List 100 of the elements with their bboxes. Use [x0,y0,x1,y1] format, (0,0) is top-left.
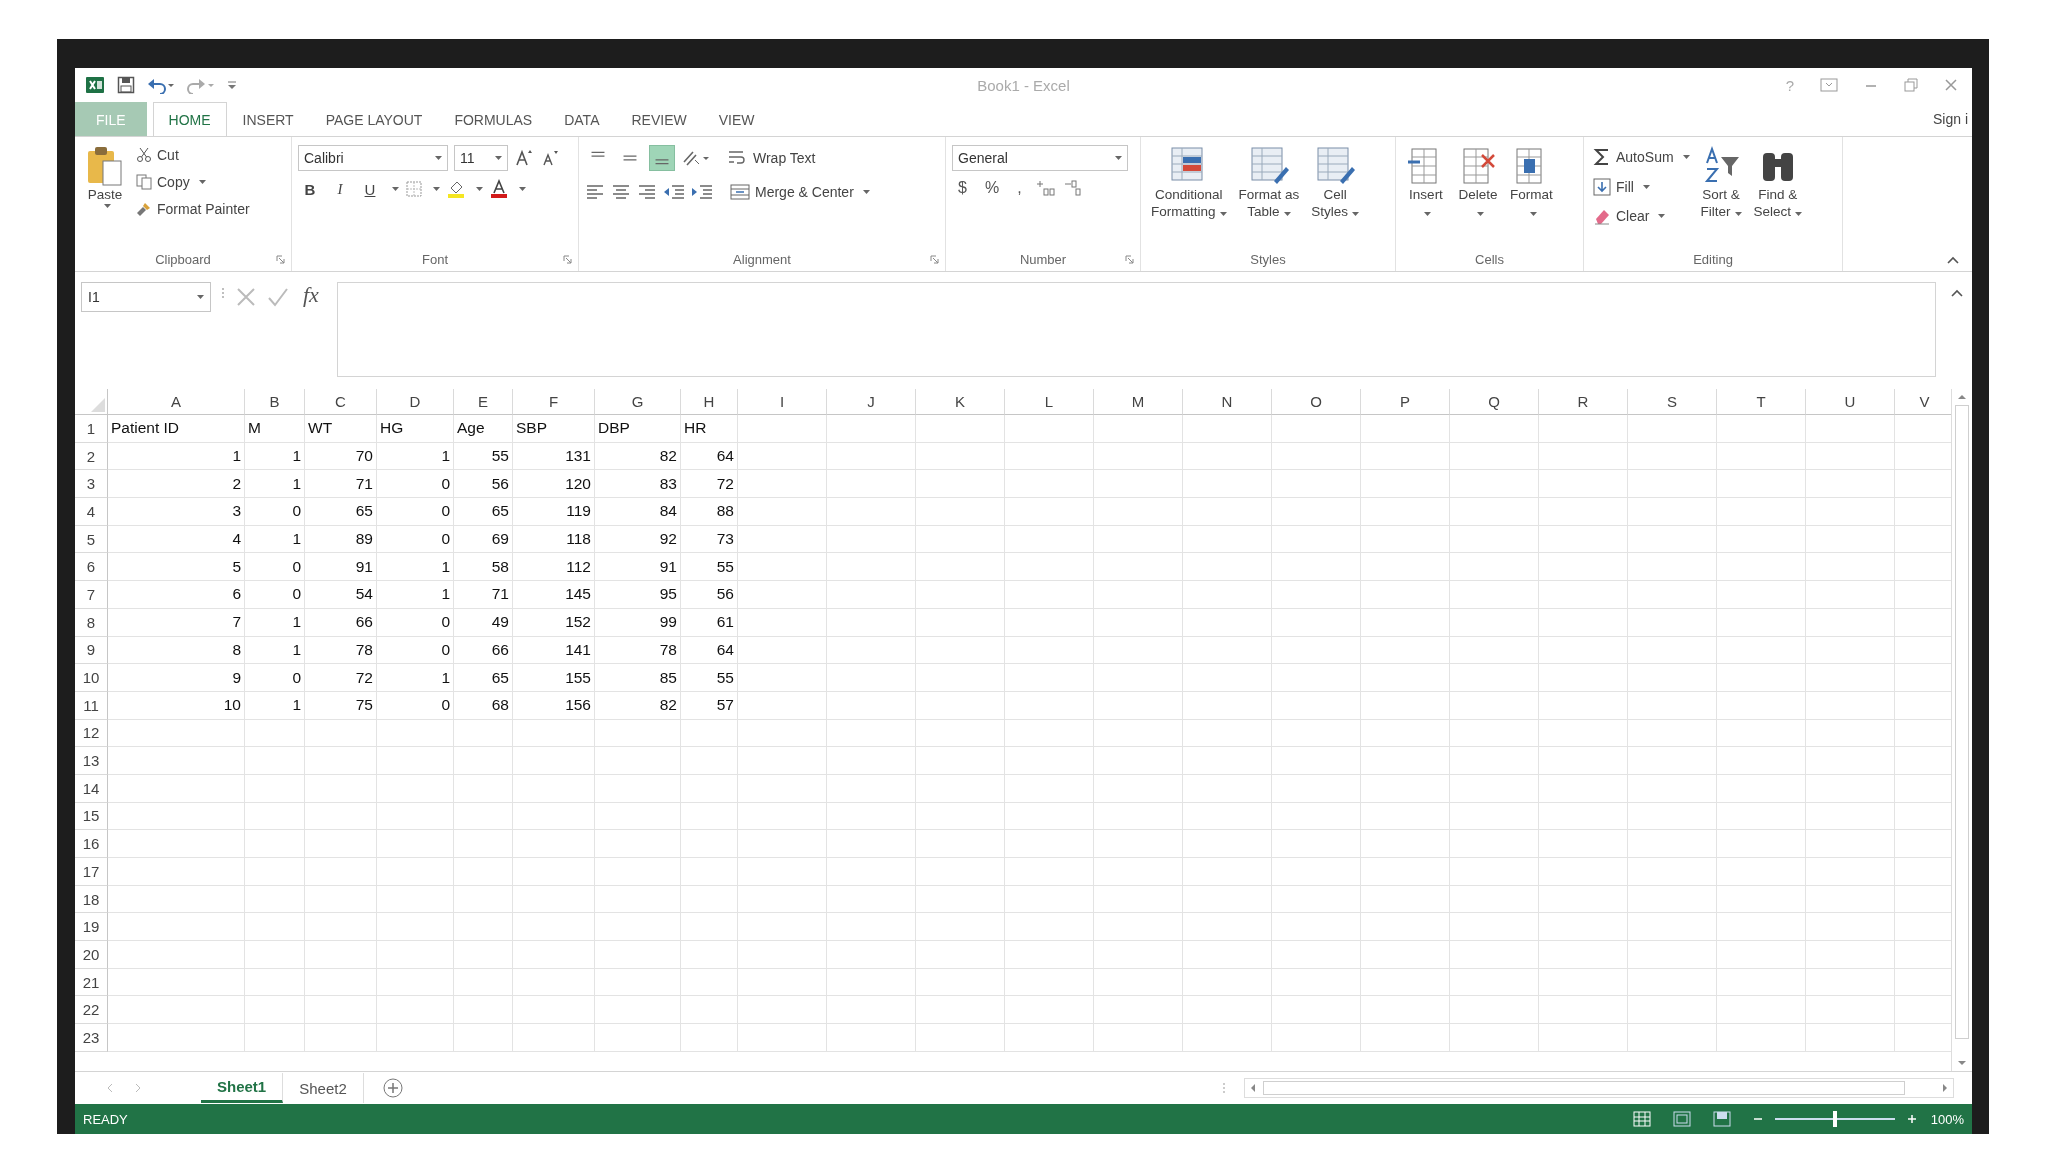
row-header[interactable]: 18 [75,885,108,914]
cut-button[interactable]: Cut [133,143,253,167]
collapse-formula-bar-icon[interactable] [1950,288,1964,298]
previous-sheet-icon[interactable] [105,1083,115,1093]
column-header[interactable]: T [1717,389,1806,415]
collapse-ribbon-icon[interactable] [1946,255,1960,265]
shrink-font-icon[interactable] [540,148,560,168]
column-header[interactable]: C [305,389,377,415]
scroll-down-icon[interactable] [1957,1059,1967,1067]
paste-button[interactable]: Paste [81,143,129,210]
row-header[interactable]: 2 [75,442,108,471]
vertical-align-icon[interactable] [649,145,675,171]
scroll-left-icon[interactable] [1249,1083,1257,1093]
add-sheet-icon[interactable] [381,1077,404,1099]
number-style-button[interactable]: $ [952,179,973,197]
font-style-button[interactable]: B [298,179,322,199]
sheet-tab[interactable]: Sheet2 [283,1073,364,1103]
ribbon-button[interactable]: Find & Select [1749,143,1807,223]
row-header[interactable]: 13 [75,747,108,775]
row-header[interactable]: 22 [75,996,108,1025]
number-style-button[interactable]: , [1011,179,1028,197]
formula-input-field[interactable] [336,282,1936,377]
row-header[interactable]: 14 [75,774,108,803]
ribbon-button[interactable]: Format [1506,143,1557,223]
font-size-dropdown[interactable]: 11 [454,145,508,171]
cancel-icon[interactable] [235,286,257,308]
decrease-indent-icon[interactable] [663,183,685,201]
caret-icon[interactable] [433,187,440,191]
ribbon-tab[interactable]: INSERT [226,102,310,136]
column-header[interactable]: I [738,389,827,415]
row-header[interactable]: 15 [75,802,108,831]
ribbon-button[interactable]: Cell Styles [1307,143,1364,223]
row-header[interactable]: 12 [75,719,108,748]
font-name-dropdown[interactable]: Calibri [298,145,448,171]
row-header[interactable]: 5 [75,525,108,554]
column-header[interactable]: N [1183,389,1272,415]
ribbon-display-icon[interactable] [1820,78,1838,92]
ribbon-tab[interactable]: FORMULAS [438,102,549,136]
row-header[interactable]: 10 [75,664,108,692]
column-header[interactable]: J [827,389,916,415]
next-sheet-icon[interactable] [133,1083,143,1093]
zoom-in-icon[interactable] [1906,1114,1917,1124]
ribbon-tab[interactable]: REVIEW [615,102,703,136]
check-icon[interactable] [267,286,289,308]
ribbon-tab[interactable]: DATA [548,102,616,136]
scroll-right-icon[interactable] [1941,1083,1949,1093]
sheet-tab[interactable]: Sheet1 [201,1073,284,1103]
name-box[interactable]: I1 [81,282,211,312]
column-header[interactable]: P [1361,389,1450,415]
page-break-view-icon[interactable] [1712,1111,1731,1127]
fill-button[interactable]: Fill [1590,174,1693,200]
sign-in-link[interactable]: Sign i [1932,111,1972,127]
column-header[interactable]: R [1539,389,1628,415]
caret-icon[interactable] [392,187,399,191]
fill-color-icon[interactable] [446,179,466,199]
row-header[interactable]: 11 [75,691,108,720]
font-style-button[interactable]: I [328,179,352,199]
row-header[interactable]: 4 [75,498,108,526]
grow-font-icon[interactable] [514,148,534,168]
ribbon-tab[interactable]: PAGE LAYOUT [309,102,439,136]
autosum-button[interactable]: AutoSum [1590,143,1693,171]
column-header[interactable]: L [1005,389,1094,415]
column-header[interactable]: M [1094,389,1183,415]
zoom-level[interactable]: 100% [1930,1111,1964,1127]
caret-icon[interactable] [476,187,483,191]
column-header[interactable]: G [595,389,681,415]
undo-icon[interactable] [147,76,175,94]
ribbon-button[interactable]: Sort & Filter [1696,143,1746,223]
row-header[interactable]: 7 [75,581,108,609]
column-header[interactable]: F [513,389,595,415]
row-header[interactable]: 6 [75,553,108,582]
align-right-icon[interactable] [637,183,657,201]
align-center-icon[interactable] [611,183,631,201]
column-header[interactable]: H [681,389,738,415]
horizontal-scrollbar[interactable] [1244,1078,1954,1098]
row-header[interactable]: 1 [75,415,108,443]
column-header[interactable]: U [1806,389,1895,415]
column-header[interactable]: O [1272,389,1361,415]
insert-function-button[interactable]: fx [299,282,323,308]
customize-caret-icon[interactable] [227,79,237,91]
vertical-scrollbar[interactable] [1951,389,1972,1071]
ribbon-button[interactable]: Insert [1402,143,1450,223]
dialog-launcher-icon[interactable] [563,254,572,264]
row-header[interactable]: 3 [75,470,108,499]
column-header[interactable]: K [916,389,1005,415]
row-header[interactable]: 21 [75,968,108,997]
increase-indent-icon[interactable] [691,183,713,201]
dialog-launcher-icon[interactable] [930,254,939,264]
row-header[interactable]: 16 [75,830,108,858]
row-header[interactable]: 23 [75,1024,108,1052]
clear-button[interactable]: Clear [1590,203,1693,229]
normal-view-icon[interactable] [1632,1111,1651,1127]
save-icon[interactable] [117,76,135,94]
ribbon-button[interactable]: Delete [1454,143,1502,223]
format-painter-button[interactable]: Format Painter [133,197,253,221]
restore-icon[interactable] [1904,78,1918,92]
align-left-icon[interactable] [585,183,605,201]
number-style-button[interactable]: % [978,179,1006,197]
row-header[interactable]: 9 [75,636,108,665]
column-header[interactable]: S [1628,389,1717,415]
